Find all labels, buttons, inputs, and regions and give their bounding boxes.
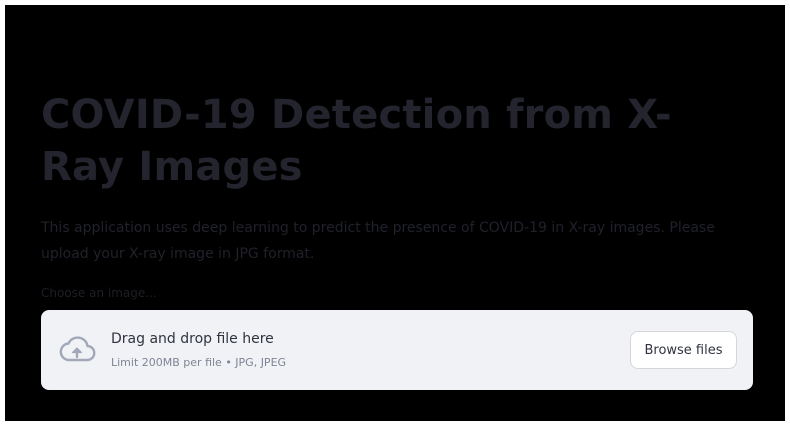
page-description: This application uses deep learning to p… [41,220,715,262]
dropzone-instructions: Drag and drop file here Limit 200MB per … [111,328,286,372]
file-dropzone[interactable]: Drag and drop file here Limit 200MB per … [41,310,753,390]
app-container: COVID-19 Detection from X-Ray Images Thi… [5,5,785,421]
dropzone-limit: Limit 200MB per file • JPG, JPEG [111,356,287,369]
page-title: COVID-19 Detection from X-Ray Images [41,92,672,190]
uploader-label: Choose an image... [41,286,157,300]
dropzone-title: Drag and drop file here [111,331,274,347]
cloud-upload-icon [57,334,97,366]
browse-files-button[interactable]: Browse files [630,331,737,369]
